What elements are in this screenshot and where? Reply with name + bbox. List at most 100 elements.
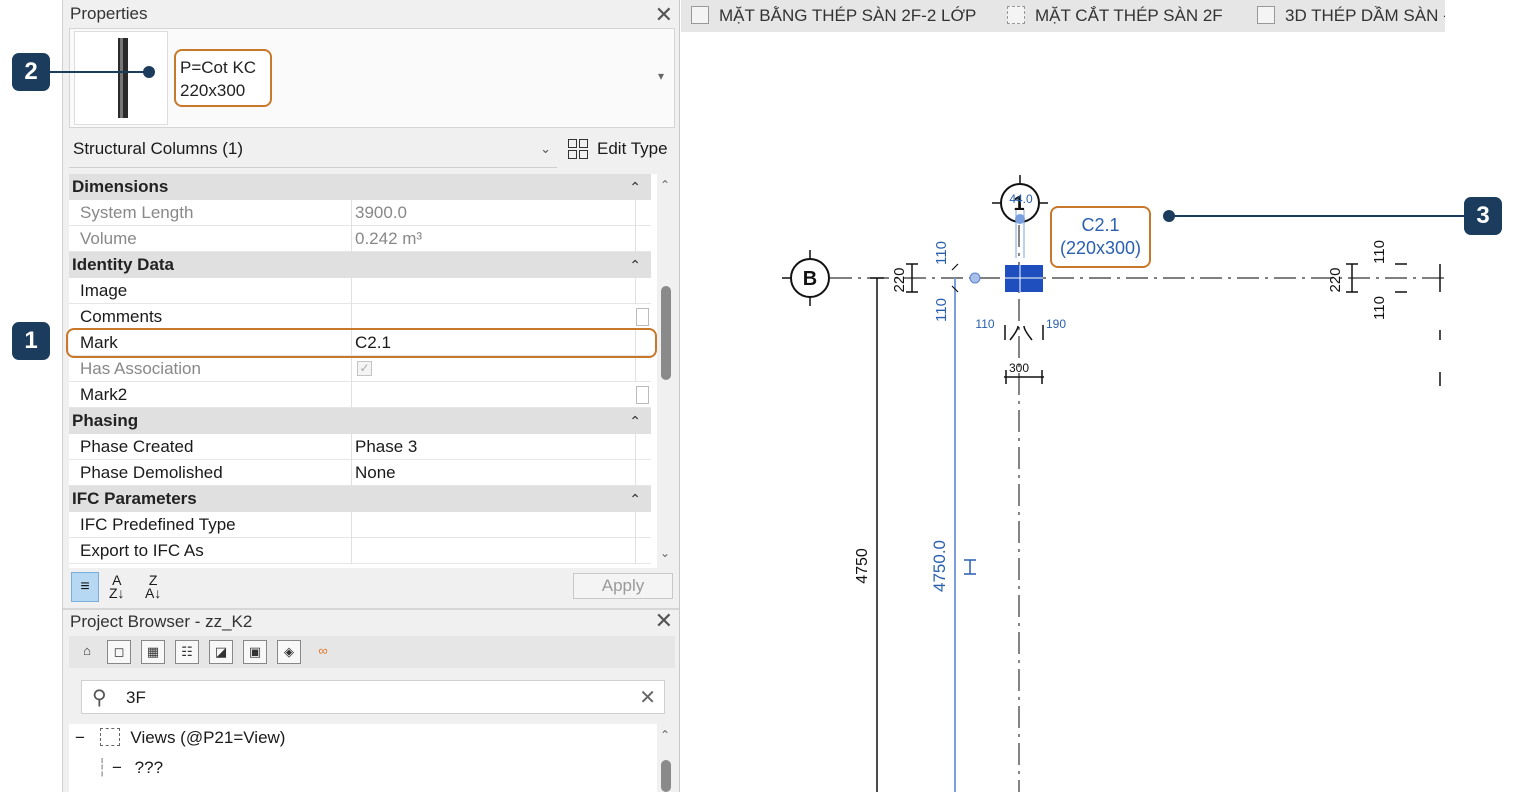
edit-type-label: Edit Type (597, 139, 668, 158)
browser-search-box[interactable]: ⚲ 3F ✕ (81, 680, 665, 714)
row-value: 3900.0 (355, 203, 407, 222)
drawing-canvas[interactable]: B 1 44.0 220 110 110 110 190 300 220 110… (681, 32, 1445, 792)
row-ifc-predefined-type[interactable]: IFC Predefined Type (69, 512, 651, 538)
row-label: System Length (80, 203, 194, 222)
row-value[interactable]: Phase 3 (355, 434, 417, 460)
browser-close-icon[interactable]: ✕ (655, 608, 673, 634)
dim-110-small: 110 (975, 317, 994, 331)
sort-ascending-icon[interactable]: A Z↓ (109, 573, 125, 600)
row-label: Mark2 (80, 385, 128, 404)
row-label: Volume (80, 229, 137, 248)
type-selector[interactable]: P=Cot KC 220x300 ▾ (69, 28, 675, 128)
group-label: IFC Parameters (72, 489, 197, 508)
scroll-up-icon[interactable]: ⌃ (660, 178, 670, 192)
dim-110-bottom: 110 (933, 298, 950, 322)
row-system-length: System Length 3900.0 (69, 200, 651, 226)
edit-box[interactable] (636, 308, 649, 326)
schedule-icon[interactable]: ▦ (141, 640, 165, 664)
tree-node-unknown[interactable]: ┆ − ??? (97, 758, 163, 778)
category-select[interactable]: Structural Columns (1) ⌄ (69, 136, 557, 168)
callout-2: 2 (12, 53, 50, 91)
callout-2-dot (143, 66, 155, 78)
scroll-thumb[interactable] (661, 286, 671, 380)
category-row: Structural Columns (1) ⌄ Edit Type (69, 136, 675, 168)
group-label: Dimensions (72, 177, 169, 196)
browser-tree: − Views (@P21=View) ┆ − ??? ⌃ (69, 724, 675, 792)
dim-110-right-bottom: 110 (1371, 296, 1388, 320)
row-label: Phase Created (80, 437, 194, 456)
row-label: Image (80, 281, 128, 300)
row-label: IFC Predefined Type (80, 515, 236, 534)
scroll-up-icon[interactable]: ⌃ (660, 728, 670, 742)
group-identity-data[interactable]: Identity Data ⌃ (69, 252, 651, 278)
dim-110-right-top: 110 (1371, 240, 1388, 264)
collapse-icon[interactable]: ⌃ (629, 252, 641, 278)
tree-node-views[interactable]: − Views (@P21=View) (75, 728, 285, 748)
column-thumbnail (74, 31, 168, 125)
group-dimensions[interactable]: Dimensions ⌃ (69, 174, 651, 200)
home-icon[interactable]: ⌂ (75, 640, 99, 664)
table-icon[interactable]: ☷ (175, 640, 199, 664)
apply-button[interactable]: Apply (573, 573, 673, 599)
family-icon[interactable]: ◈ (277, 640, 301, 664)
properties-title: Properties (70, 4, 148, 23)
tab-label: MẶT BẰNG THÉP SÀN 2F-2 LỚP (719, 6, 977, 25)
tab-section[interactable]: MẶT CẮT THÉP SÀN 2F (1007, 0, 1223, 32)
search-icon: ⚲ (92, 687, 107, 709)
row-export-to-ifc[interactable]: Export to IFC As (69, 538, 651, 564)
section-view-icon (1007, 6, 1025, 24)
collapse-icon[interactable]: ⌃ (629, 486, 641, 512)
browser-title: Project Browser - zz_K2 (70, 612, 253, 631)
dim-110-top: 110 (933, 241, 950, 265)
tab-label: MẶT CẮT THÉP SÀN 2F (1035, 6, 1223, 25)
edit-box[interactable] (636, 386, 649, 404)
categorize-icon[interactable]: ≡ (71, 572, 99, 602)
scroll-thumb[interactable] (661, 760, 671, 792)
row-value[interactable]: None (355, 460, 396, 486)
house-3d-icon (1257, 6, 1275, 24)
collapse-minus-icon[interactable]: − (75, 728, 85, 747)
sort-descending-icon[interactable]: Z A↓ (145, 573, 161, 600)
tab-label: 3D THÉP DẦM SÀN - (1285, 6, 1445, 25)
group-label: Phasing (72, 411, 139, 430)
callout-3: 3 (1464, 197, 1502, 235)
properties-toolbar: ≡ A Z↓ Z A↓ Apply (69, 572, 675, 604)
dim-4750: 4750 (854, 548, 871, 584)
row-label: Phase Demolished (80, 463, 223, 482)
group-ifc-parameters[interactable]: IFC Parameters ⌃ (69, 486, 651, 512)
association-checkbox: ✓ (357, 361, 372, 376)
scroll-down-icon[interactable]: ⌄ (660, 546, 670, 560)
property-grid: Dimensions ⌃ System Length 3900.0 Volume 0.… (69, 174, 675, 568)
row-volume: Volume 0.242 m³ (69, 226, 651, 252)
row-image[interactable]: Image (69, 278, 651, 304)
collapse-icon[interactable]: ⌃ (629, 408, 641, 434)
callout-1: 1 (12, 322, 50, 360)
group-phasing[interactable]: Phasing ⌃ (69, 408, 651, 434)
browser-scrollbar[interactable]: ⌃ (657, 724, 675, 792)
edit-type-icon (567, 138, 589, 160)
group-label: Identity Data (72, 255, 175, 274)
collapse-minus-icon[interactable]: − (112, 758, 122, 777)
collapse-icon[interactable]: ⌃ (629, 174, 641, 200)
sheet-icon[interactable]: ◪ (209, 640, 233, 664)
properties-close-icon[interactable]: ✕ (655, 2, 673, 28)
legend-icon[interactable]: ▣ (243, 640, 267, 664)
row-comments[interactable]: Comments (69, 304, 651, 330)
link-icon[interactable]: ∞ (311, 640, 335, 664)
dim-220-right: 220 (1327, 267, 1344, 292)
tab-3d[interactable]: 3D THÉP DẦM SÀN - (1257, 0, 1445, 32)
left-panel: Properties ✕ P=Cot KC 220x300 ▾ Structur… (62, 0, 680, 792)
clear-search-icon[interactable]: ✕ (639, 685, 656, 710)
view-tabs: MẶT BẰNG THÉP SÀN 2F-2 LỚP MẶT CẮT THÉP … (681, 0, 1445, 32)
column-tag[interactable]: C2.1 (220x300) (1050, 206, 1151, 268)
row-phase-demolished[interactable]: Phase Demolished None (69, 460, 651, 486)
tab-floor-plan[interactable]: MẶT BẰNG THÉP SÀN 2F-2 LỚP (691, 0, 976, 32)
search-input[interactable]: 3F (126, 688, 146, 708)
type-dropdown-icon[interactable]: ▾ (658, 69, 664, 83)
row-label: Comments (80, 307, 163, 326)
property-scrollbar[interactable]: ⌃ ⌄ (657, 174, 675, 568)
views-icon[interactable]: ◻ (107, 640, 131, 664)
row-phase-created[interactable]: Phase Created Phase 3 (69, 434, 651, 460)
grid-b-label: B (803, 268, 817, 290)
row-mark2[interactable]: Mark2 (69, 382, 651, 408)
